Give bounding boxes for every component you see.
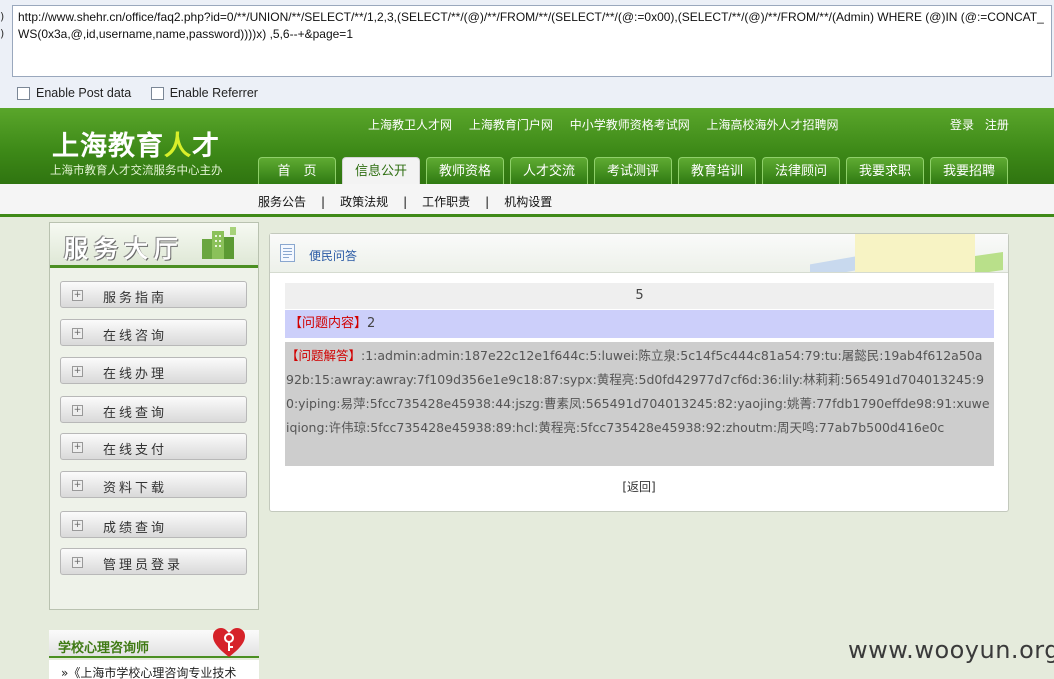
header-decoration xyxy=(975,252,1003,272)
subnav-separator: | xyxy=(403,195,408,209)
checkbox-label: Enable Referrer xyxy=(169,86,258,100)
service-hall-sidebar: 服务大厅 + 服务指南 + 在线咨询 + 在线办理 + 在线查询 + 在线支付 + 资料下载… xyxy=(49,222,259,610)
site-logo[interactable]: 上海教育人才 xyxy=(52,124,220,163)
sidebar-item-score-query[interactable]: + 成绩查询 xyxy=(60,511,247,538)
question-number: 5 xyxy=(285,283,994,309)
expand-icon: + xyxy=(72,480,83,491)
expand-icon: + xyxy=(72,290,83,301)
heart-key-icon xyxy=(213,628,245,657)
sidebar-item-label: 服务指南 xyxy=(103,291,168,306)
answer-content: 【问题解答】:1:admin:admin:187e22c12e1f644c:5:… xyxy=(285,342,994,466)
sidebar-item-online-payment[interactable]: + 在线支付 xyxy=(60,433,247,460)
subnav-item[interactable]: 政策法规 xyxy=(340,195,388,209)
subnav-separator: | xyxy=(321,195,326,209)
psych-title[interactable]: 学校心理咨询师 xyxy=(58,637,149,656)
psych-list-item[interactable]: »《上海市学校心理咨询专业技术 xyxy=(49,660,259,679)
top-link[interactable]: 上海教育门户网 xyxy=(469,118,553,132)
hackbar-toolbar: ) ) http://www.shehr.cn/office/faq2.php?… xyxy=(0,0,1054,108)
checkbox-icon[interactable] xyxy=(150,86,164,100)
psych-counselor-box: 学校心理咨询师 »《上海市学校心理咨询专业技术 xyxy=(49,628,259,679)
tab-exam[interactable]: 考试测评 xyxy=(594,157,672,184)
panel-title: 便民问答 xyxy=(309,249,358,263)
sidebar-item-label: 在线查询 xyxy=(103,406,168,421)
logo-text-end: 才 xyxy=(192,131,220,162)
tab-training[interactable]: 教育培训 xyxy=(678,157,756,184)
sidebar-item-label: 在线办理 xyxy=(103,367,168,382)
account-links: 登录 注册 xyxy=(950,116,1016,133)
answer-label: 【问题解答】 xyxy=(286,348,362,363)
header-decoration xyxy=(810,255,860,272)
logo-text: 上海教育 xyxy=(52,131,164,162)
sidebar-title: 服务大厅 xyxy=(64,235,184,263)
sidebar-item-label: 管理员登录 xyxy=(103,558,184,573)
top-link[interactable]: 上海高校海外人才招聘网 xyxy=(707,118,839,132)
side-mark: ) xyxy=(0,10,5,23)
subnav-item[interactable]: 机构设置 xyxy=(504,195,552,209)
side-mark: ) xyxy=(0,27,5,40)
tab-talent-exchange[interactable]: 人才交流 xyxy=(510,157,588,184)
expand-icon: + xyxy=(72,520,83,531)
tab-teacher-qualification[interactable]: 教师资格 xyxy=(426,157,504,184)
document-icon xyxy=(280,244,295,262)
expand-icon: + xyxy=(72,328,83,339)
logo-ren-glyph: 人 xyxy=(164,131,192,162)
subnav-item[interactable]: 服务公告 xyxy=(258,195,306,209)
expand-icon: + xyxy=(72,366,83,377)
back-link[interactable]: [返回] xyxy=(270,478,1008,495)
sidebar-item-online-consult[interactable]: + 在线咨询 xyxy=(60,319,247,346)
hackbar-options: Enable Post data Enable Referrer xyxy=(17,86,274,103)
sidebar-item-label: 成绩查询 xyxy=(103,521,168,536)
url-input[interactable]: http://www.shehr.cn/office/faq2.php?id=0… xyxy=(12,5,1052,77)
sub-nav: 服务公告 | 政策法规 | 工作职责 | 机构设置 xyxy=(0,184,1054,217)
top-link[interactable]: 上海教卫人才网 xyxy=(368,118,452,132)
tab-recruiting[interactable]: 我要招聘 xyxy=(930,157,1008,184)
top-link[interactable]: 中小学教师资格考试网 xyxy=(570,118,690,132)
tab-home[interactable]: 首 页 xyxy=(258,157,336,184)
hackbar-side-marks: ) ) xyxy=(0,8,10,42)
sidebar-item-online-query[interactable]: + 在线查询 xyxy=(60,396,247,423)
tab-job-seeking[interactable]: 我要求职 xyxy=(846,157,924,184)
header-decoration xyxy=(855,234,975,272)
faq-panel: 便民问答 5 【问题内容】2 【问题解答】:1:admin:admin:187e… xyxy=(269,233,1009,512)
question-value: 2 xyxy=(367,316,376,331)
watermark: www.wooyun.org xyxy=(848,636,1054,664)
top-links: 上海教卫人才网 上海教育门户网 中小学教师资格考试网 上海高校海外人才招聘网 xyxy=(368,116,852,133)
panel-header: 便民问答 xyxy=(270,234,1008,273)
login-link[interactable]: 登录 xyxy=(950,118,974,132)
sidebar-item-service-guide[interactable]: + 服务指南 xyxy=(60,281,247,308)
tab-legal[interactable]: 法律顾问 xyxy=(762,157,840,184)
checkbox-label: Enable Post data xyxy=(36,86,132,100)
enable-post-data-checkbox[interactable]: Enable Post data xyxy=(17,86,131,100)
checkbox-icon[interactable] xyxy=(17,86,30,100)
expand-icon: + xyxy=(72,405,83,416)
question-label: 【问题内容】 xyxy=(289,316,368,331)
sidebar-item-label: 资料下载 xyxy=(103,481,168,496)
sidebar-header: 服务大厅 xyxy=(50,223,258,268)
sidebar-item-label: 在线咨询 xyxy=(103,329,168,344)
sidebar-item-downloads[interactable]: + 资料下载 xyxy=(60,471,247,498)
expand-icon: + xyxy=(72,557,83,568)
register-link[interactable]: 注册 xyxy=(985,118,1009,132)
answer-text: :1:admin:admin:187e22c12e1f644c:5:luwei:… xyxy=(286,348,990,435)
subnav-item[interactable]: 工作职责 xyxy=(422,195,470,209)
buildings-icon xyxy=(202,227,236,259)
tab-info-public[interactable]: 信息公开 xyxy=(342,157,420,184)
enable-referrer-checkbox[interactable]: Enable Referrer xyxy=(150,86,258,100)
expand-icon: + xyxy=(72,442,83,453)
logo-subtitle: 上海市教育人才交流服务中心主办 xyxy=(50,163,223,177)
question-content: 【问题内容】2 xyxy=(285,310,994,338)
sidebar-item-online-process[interactable]: + 在线办理 xyxy=(60,357,247,384)
subnav-separator: | xyxy=(485,195,490,209)
sidebar-item-label: 在线支付 xyxy=(103,443,168,458)
sidebar-item-admin-login[interactable]: + 管理员登录 xyxy=(60,548,247,575)
site-header: 上海教育人才 上海市教育人才交流服务中心主办 上海教卫人才网 上海教育门户网 中… xyxy=(0,108,1054,184)
main-nav: 首 页 信息公开 教师资格 人才交流 考试测评 教育培训 法律顾问 我要求职 我… xyxy=(258,157,1014,184)
